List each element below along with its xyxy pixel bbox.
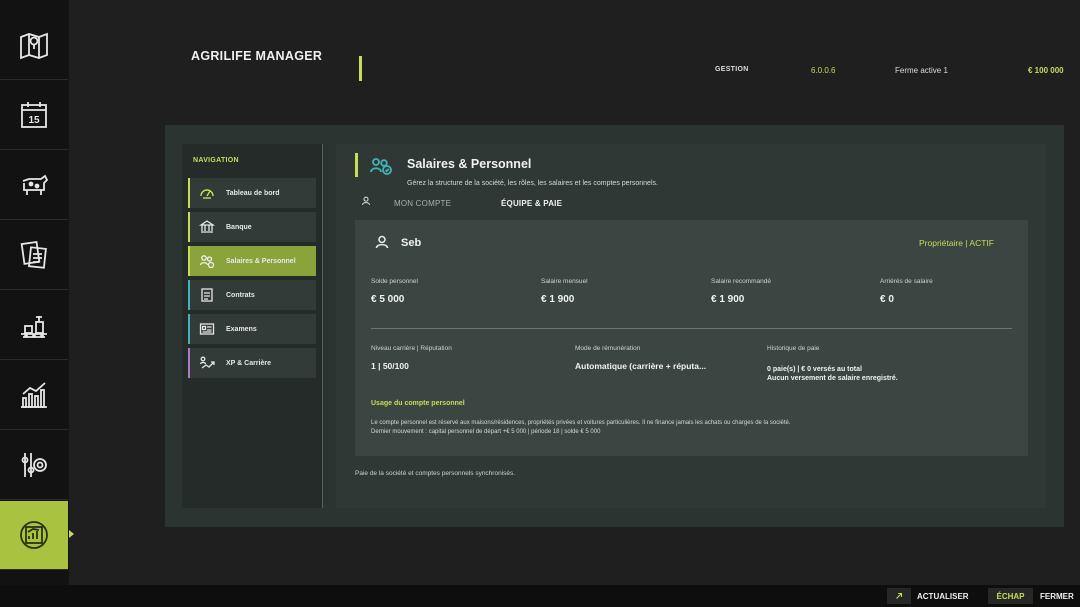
- pay-history-summary: 0 paie(s) | € 0 versés au total: [767, 366, 862, 373]
- nav-item-label: XP & Carrière: [226, 359, 272, 367]
- title-accent-bar: [359, 56, 362, 81]
- documents-icon[interactable]: [0, 221, 68, 290]
- pay-history-label: Historique de paie: [767, 345, 820, 352]
- stat-label-recommended-salary: Salaire recommandé: [711, 278, 771, 285]
- people-icon: [370, 158, 392, 175]
- card-divider: [371, 328, 1012, 329]
- usage-title: Usage du compte personnel: [371, 400, 465, 407]
- active-rail-indicator: [69, 530, 74, 538]
- app-title: AGRILIFE MANAGER: [191, 49, 323, 63]
- mode-label: GESTION: [715, 66, 749, 73]
- page-subtitle: Gérez la structure de la société, les rô…: [407, 180, 658, 187]
- user-icon: [361, 196, 371, 206]
- stat-value-recommended-salary: € 1 900: [711, 294, 745, 305]
- stat-label-monthly-salary: Salaire mensuel: [541, 278, 588, 285]
- navigation-divider: [322, 144, 323, 508]
- last-movement: Dernier mouvement : capital personnel de…: [371, 429, 601, 435]
- money-label: € 100 000: [1028, 66, 1064, 75]
- pay-history-detail: Aucun versement de salaire enregistré.: [767, 375, 898, 382]
- map-icon[interactable]: [0, 11, 68, 80]
- escape-key[interactable]: ÉCHAP: [988, 588, 1033, 604]
- employee-name: Seb: [401, 237, 422, 249]
- usage-description: Le compte personnel est réservé aux mais…: [371, 420, 791, 426]
- nav-item-label: Tableau de bord: [226, 189, 280, 197]
- stat-label-personal-balance: Solde personnel: [371, 278, 418, 285]
- career-label: Niveau carrière | Réputation: [371, 345, 452, 352]
- stat-value-salary-arrears: € 0: [880, 294, 894, 305]
- bank-icon: [198, 218, 216, 236]
- nav-item-label: Examens: [226, 325, 257, 333]
- employee-role-status: Propriétaire | ACTIF: [919, 238, 994, 248]
- close-button[interactable]: FERMER: [1040, 592, 1074, 601]
- stat-label-salary-arrears: Arriérés de salaire: [880, 278, 933, 285]
- calendar-day: 15: [28, 115, 40, 126]
- agrilife-manager-icon[interactable]: [0, 501, 68, 570]
- cow-icon[interactable]: [0, 151, 68, 220]
- tab-team-pay[interactable]: ÉQUIPE & PAIE: [501, 199, 562, 208]
- sync-status: Paie de la société et comptes personnels…: [355, 470, 516, 477]
- nav-item-career[interactable]: XP & Carrière: [188, 348, 316, 378]
- user-icon: [375, 235, 389, 249]
- exam-icon: [198, 320, 216, 338]
- version-label: 6.0.0.6: [811, 66, 836, 75]
- navigation-heading: NAVIGATION: [193, 157, 239, 164]
- nav-item-contracts[interactable]: Contrats: [188, 280, 316, 310]
- stat-value-personal-balance: € 5 000: [371, 294, 405, 305]
- nav-item-bank[interactable]: Banque: [188, 212, 316, 242]
- gauge-icon: [198, 184, 216, 202]
- page-title: Salaires & Personnel: [407, 157, 532, 171]
- nav-item-label: Banque: [226, 223, 252, 231]
- nav-item-label: Contrats: [226, 291, 255, 299]
- nav-item-salaries[interactable]: Salaires & Personnel: [188, 246, 316, 276]
- active-farm-label: Ferme active 1: [895, 66, 948, 75]
- pay-mode-label: Mode de rémunération: [575, 345, 641, 352]
- nav-item-exams[interactable]: Examens: [188, 314, 316, 344]
- calendar-icon[interactable]: 15: [0, 81, 68, 150]
- refresh-icon: [896, 592, 903, 599]
- career-icon: [198, 354, 216, 372]
- career-value: 1 | 50/100: [371, 361, 409, 371]
- nav-item-dashboard[interactable]: Tableau de bord: [188, 178, 316, 208]
- nav-item-label: Salaires & Personnel: [226, 257, 296, 265]
- contract-icon: [198, 286, 216, 304]
- content-accent-bar: [355, 153, 358, 177]
- people-icon: [198, 252, 216, 270]
- production-icon[interactable]: [0, 291, 68, 360]
- refresh-key[interactable]: [887, 588, 911, 604]
- side-rail: 15: [0, 0, 69, 585]
- stat-value-monthly-salary: € 1 900: [541, 294, 575, 305]
- settings-icon[interactable]: [0, 431, 68, 500]
- tab-my-account[interactable]: MON COMPTE: [394, 199, 451, 208]
- statistics-icon[interactable]: [0, 361, 68, 430]
- refresh-button[interactable]: ACTUALISER: [917, 592, 969, 601]
- pay-mode-select[interactable]: Automatique (carrière + réputa...: [575, 361, 706, 371]
